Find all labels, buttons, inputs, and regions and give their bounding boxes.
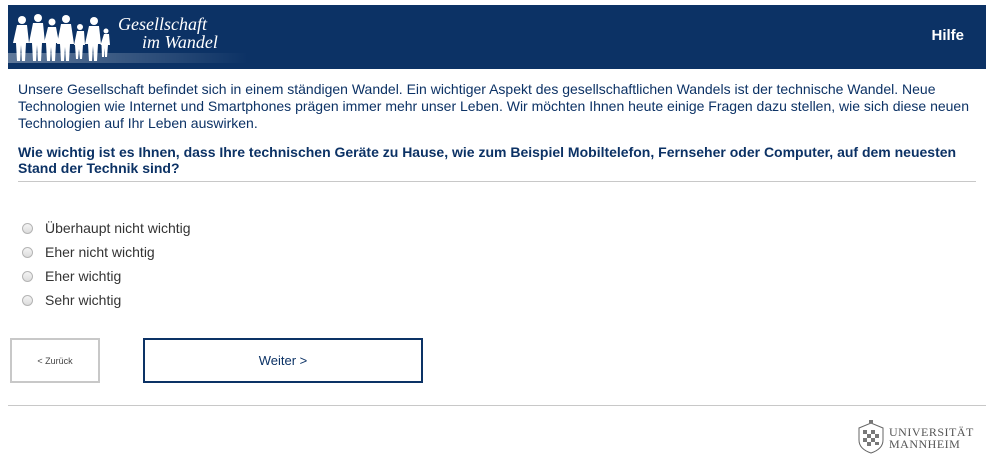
radio-button[interactable] [22,222,33,234]
help-link[interactable]: Hilfe [931,27,964,44]
next-button[interactable]: Weiter > [143,338,423,383]
answer-option-label[interactable]: Sehr wichtig [45,292,121,308]
answer-option-label[interactable]: Eher nicht wichtig [45,244,155,260]
logo-line-2: im Wandel [142,32,218,52]
answer-option-label[interactable]: Überhaupt nicht wichtig [45,220,191,236]
answer-option-label[interactable]: Eher wichtig [45,268,121,284]
university-seal-icon [858,420,884,454]
footer-divider [8,405,986,406]
header-banner: Gesellschaft im Wandel Hilfe [8,5,986,69]
question-text: Wie wichtig ist es Ihnen, dass Ihre tech… [18,144,957,176]
university-logo: UNIVERSITÄT MANNHEIM [855,420,987,454]
logo-line-1: Gesellschaft [118,14,207,34]
answer-option[interactable]: Eher nicht wichtig [22,240,191,264]
divider [18,181,976,182]
answer-option[interactable]: Sehr wichtig [22,288,191,312]
radio-button[interactable] [22,246,33,258]
answer-option[interactable]: Überhaupt nicht wichtig [22,216,191,240]
answer-option[interactable]: Eher wichtig [22,264,191,288]
answer-options: Überhaupt nicht wichtig Eher nicht wicht… [22,216,191,312]
radio-button[interactable] [22,294,33,306]
site-logo: Gesellschaft im Wandel [118,15,218,51]
radio-button[interactable] [22,270,33,282]
university-name: UNIVERSITÄT MANNHEIM [889,426,974,450]
university-name-line-2: MANNHEIM [889,437,961,451]
intro-text: Unsere Gesellschaft befindet sich in ein… [18,81,970,131]
back-button[interactable]: < Zurück [10,338,100,383]
